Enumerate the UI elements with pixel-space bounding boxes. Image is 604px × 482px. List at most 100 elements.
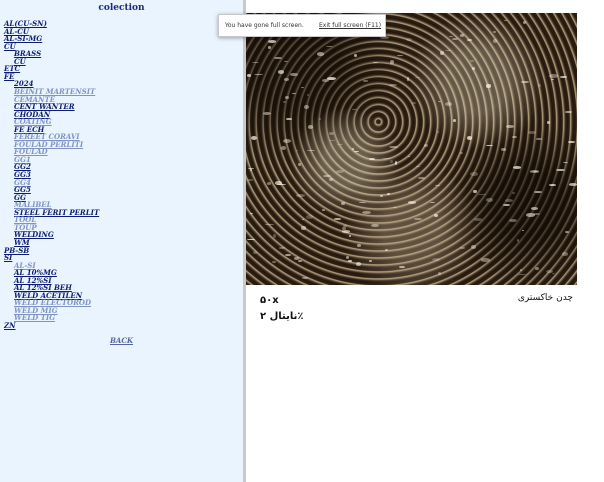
micrograph-speck xyxy=(561,252,568,256)
micrograph-speck xyxy=(293,256,300,260)
micrograph-speck xyxy=(352,148,355,150)
micrograph-speck xyxy=(363,80,369,82)
micrograph-speck xyxy=(341,201,345,206)
micrograph-speck xyxy=(568,183,577,186)
micrograph-speck xyxy=(516,238,519,242)
micrograph-speck xyxy=(477,193,487,195)
micrograph-speck xyxy=(273,56,282,60)
sidebar-item[interactable]: FE xyxy=(4,72,14,81)
micrograph-speck xyxy=(530,170,540,173)
micrograph-speck xyxy=(505,198,514,202)
micrograph-speck xyxy=(568,141,576,143)
micrograph-speck xyxy=(471,66,476,71)
micrograph-speck xyxy=(300,86,304,89)
sidebar-item[interactable]: SI xyxy=(4,253,12,262)
micrograph-speck xyxy=(433,214,439,218)
micrograph-speck xyxy=(356,244,362,247)
micrograph-speck xyxy=(297,259,303,262)
micrograph-speck xyxy=(535,267,539,270)
micrograph-speck xyxy=(449,36,453,38)
micrograph-speck xyxy=(506,125,515,128)
micrograph-speck xyxy=(358,201,366,204)
micrograph-speck xyxy=(380,195,384,197)
micrograph-speck xyxy=(565,111,572,114)
micrograph-speck xyxy=(267,40,277,43)
micrograph-speck xyxy=(353,54,358,57)
micrograph-speck xyxy=(322,174,332,177)
micrograph-speck xyxy=(388,145,398,148)
micrograph-speck xyxy=(264,223,274,226)
micrograph-speck xyxy=(396,54,403,57)
micrograph-speck xyxy=(466,135,473,140)
micrograph-speck xyxy=(273,234,277,239)
micrograph-speck xyxy=(283,138,291,143)
micrograph-speck xyxy=(444,102,452,107)
micrograph-speck xyxy=(252,250,258,254)
micrograph-speck xyxy=(321,209,326,212)
micrograph-speck xyxy=(384,249,389,251)
micrograph-speck xyxy=(459,151,463,155)
micrograph-speck xyxy=(492,38,497,43)
micrograph-speck xyxy=(416,165,421,168)
magnification-label: ۵۰x xyxy=(260,295,279,306)
micrograph-speck xyxy=(471,245,476,250)
micrograph-speck xyxy=(362,211,371,215)
etchant-label: نایتال ۲٪ xyxy=(260,311,304,322)
micrograph-speck xyxy=(390,60,395,65)
micrograph-speck xyxy=(386,192,390,195)
micrograph-speck xyxy=(266,181,271,185)
micrograph-speck xyxy=(348,235,351,238)
micrograph-speck xyxy=(262,111,272,116)
micrograph-speck xyxy=(517,274,527,276)
micrograph-speck xyxy=(504,19,507,21)
exit-fullscreen-link[interactable]: Exit full screen (F11) xyxy=(319,22,381,29)
micrograph-speck xyxy=(564,231,570,234)
micrograph-speck xyxy=(247,73,251,77)
micrograph-speck xyxy=(290,72,298,76)
micrograph-speck xyxy=(277,69,285,74)
micrograph-speck xyxy=(501,147,506,151)
micrograph-speck xyxy=(329,177,334,182)
micrograph-speck xyxy=(429,202,436,204)
micrograph-speck xyxy=(545,269,554,273)
micrograph-speck xyxy=(513,166,522,169)
micrograph-speck xyxy=(417,176,426,180)
sidebar-item[interactable]: ZN xyxy=(4,321,16,330)
micrograph-speck xyxy=(306,94,310,96)
micrograph-speck xyxy=(531,207,539,210)
micrograph-speck xyxy=(251,136,257,141)
micrograph-speck xyxy=(372,62,379,64)
micrograph-speck xyxy=(436,131,439,134)
micrograph-speck xyxy=(325,45,333,47)
micrograph-speck xyxy=(390,160,393,163)
micrograph-speck xyxy=(492,30,496,34)
micrograph-speck xyxy=(560,76,567,78)
micrograph-speck xyxy=(486,144,493,147)
back-link[interactable]: BACK xyxy=(0,336,243,345)
micrograph-speck xyxy=(282,100,286,103)
micrograph-speck xyxy=(532,213,540,216)
micrograph-speck xyxy=(469,172,478,176)
micrograph-speck xyxy=(249,169,253,172)
micrograph-speck xyxy=(283,78,290,82)
micrograph-speck xyxy=(247,179,253,182)
micrograph-speck xyxy=(407,155,411,158)
micrograph-speck xyxy=(512,136,518,139)
sidebar-item[interactable]: WELD TIG xyxy=(14,313,55,322)
micrograph-speck xyxy=(551,79,554,81)
micrograph-speck xyxy=(381,158,391,160)
micrograph-speck xyxy=(345,256,350,260)
micrograph-speck xyxy=(549,183,557,186)
micrograph-speck xyxy=(406,37,413,41)
micrograph-speck xyxy=(317,52,325,56)
micrograph-speck xyxy=(521,229,525,231)
micrograph-speck xyxy=(523,20,527,24)
micrograph-speck xyxy=(556,168,566,172)
micrograph-speck xyxy=(547,121,551,125)
micrograph-speck xyxy=(460,247,465,250)
micrograph-speck xyxy=(295,149,299,152)
micrograph-speck xyxy=(563,161,569,163)
micrograph-speck xyxy=(285,96,289,100)
micrograph-speck xyxy=(549,74,559,78)
micrograph-speck xyxy=(291,92,296,95)
